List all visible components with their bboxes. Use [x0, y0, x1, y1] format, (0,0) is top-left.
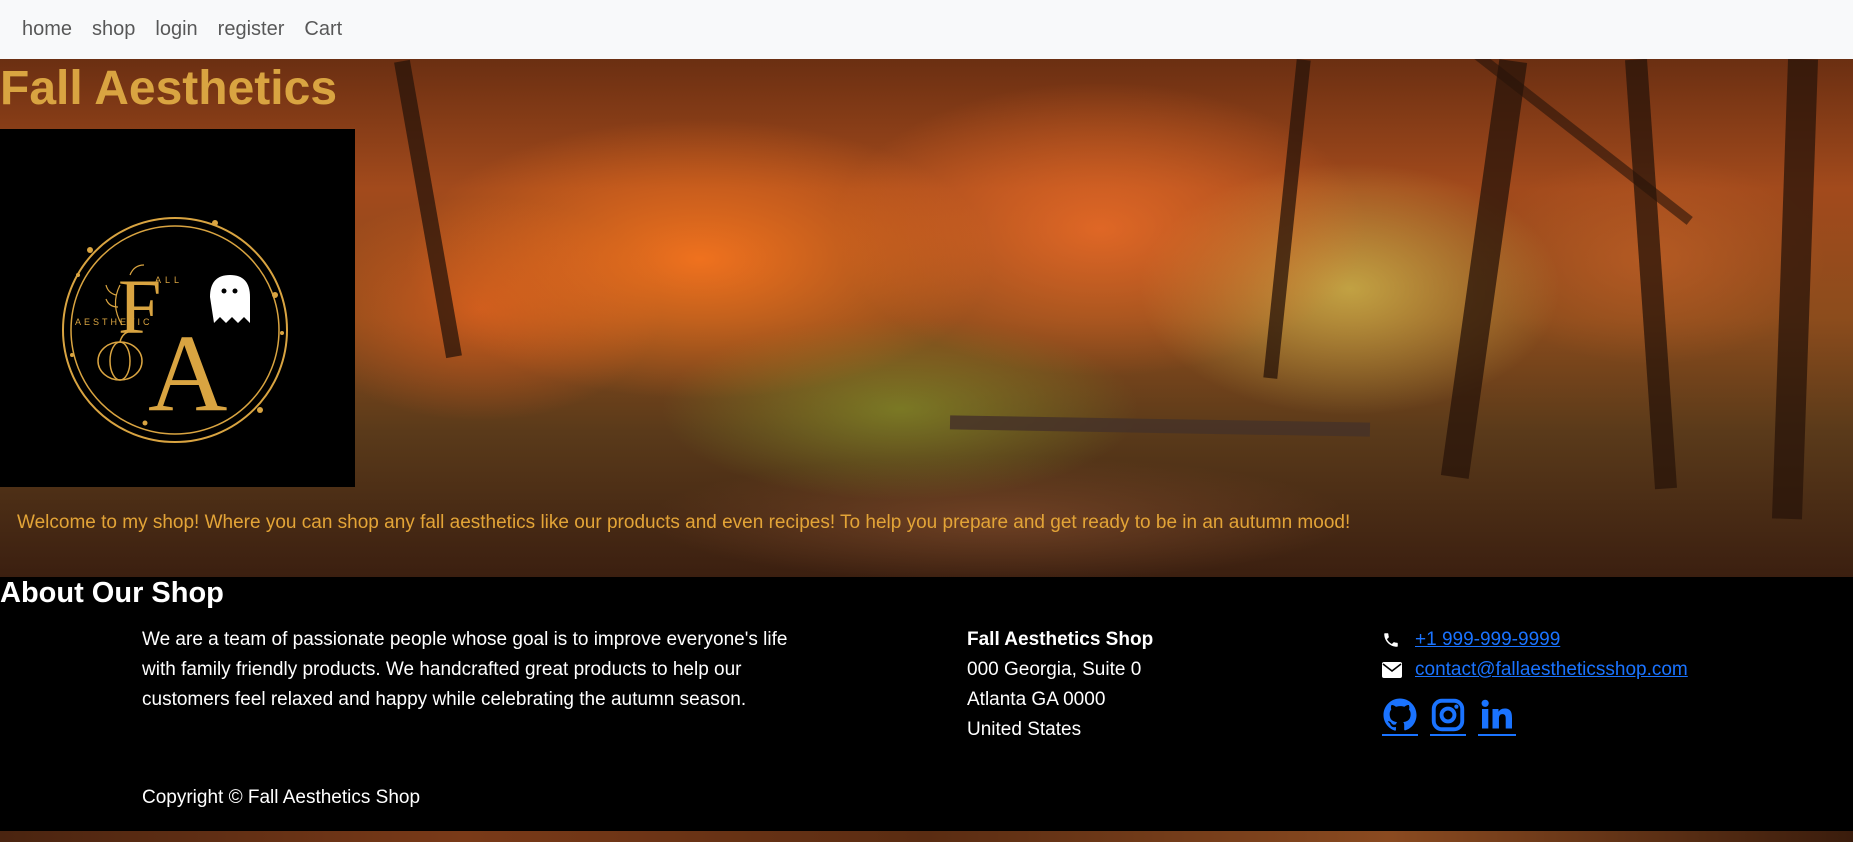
fa-monogram-logo: F A ALL AESTHETIC	[62, 217, 288, 443]
address-name: Fall Aesthetics Shop	[967, 629, 1154, 650]
address-line3: United States	[967, 719, 1082, 740]
copyright-text: Copyright © Fall Aesthetics Shop	[142, 787, 421, 808]
phone-icon	[1382, 631, 1415, 649]
logo-letter-a: A	[148, 312, 227, 434]
social-links	[1382, 697, 1528, 736]
site-title: Fall Aesthetics	[0, 62, 338, 115]
nav-home-link[interactable]: home	[22, 18, 72, 41]
email-link[interactable]: contact@fallaestheticsshop.com	[1415, 655, 1688, 685]
tree-trunk	[1625, 59, 1677, 490]
nav-register-link[interactable]: register	[218, 18, 285, 41]
top-navbar: home shop login register Cart	[0, 0, 1853, 59]
github-icon[interactable]	[1382, 697, 1418, 736]
linkedin-icon[interactable]	[1478, 697, 1516, 736]
tree-trunk	[1440, 59, 1528, 479]
hero-banner: Fall Aesthetics F A ALL AESTHETIC Welcom…	[0, 59, 1853, 577]
instagram-icon[interactable]	[1430, 697, 1466, 736]
logo-word-all: ALL	[155, 275, 183, 285]
address-line1: 000 Georgia, Suite 0	[967, 659, 1142, 680]
address-line2: Atlanta GA 0000	[967, 689, 1106, 710]
about-description: We are a team of passionate people whose…	[142, 629, 788, 710]
tree-trunk	[394, 59, 462, 359]
background-strip	[0, 831, 1853, 842]
envelope-icon	[1382, 662, 1415, 678]
about-section: About Our Shop We are a team of passiona…	[0, 577, 1853, 831]
phone-link[interactable]: +1 999-999-9999	[1415, 625, 1560, 655]
email-row: contact@fallaestheticsshop.com	[1382, 655, 1688, 685]
phone-row: +1 999-999-9999	[1382, 625, 1688, 655]
tree-trunk	[1263, 59, 1311, 379]
welcome-message: Welcome to my shop! Where you can shop a…	[17, 512, 1351, 533]
ghost-icon	[210, 275, 250, 323]
nav-cart-link[interactable]: Cart	[304, 18, 342, 41]
about-title: About Our Shop	[0, 577, 224, 609]
shop-logo: F A ALL AESTHETIC	[0, 129, 355, 487]
nav-shop-link[interactable]: shop	[92, 18, 135, 41]
tree-trunk	[1771, 59, 1819, 520]
shop-address: Fall Aesthetics Shop 000 Georgia, Suite …	[967, 625, 1153, 745]
contact-info: +1 999-999-9999 contact@fallaestheticssh…	[1382, 625, 1688, 685]
nav-login-link[interactable]: login	[155, 18, 197, 41]
logo-word-aesthetic: AESTHETIC	[75, 317, 153, 327]
fallen-log	[949, 415, 1371, 437]
